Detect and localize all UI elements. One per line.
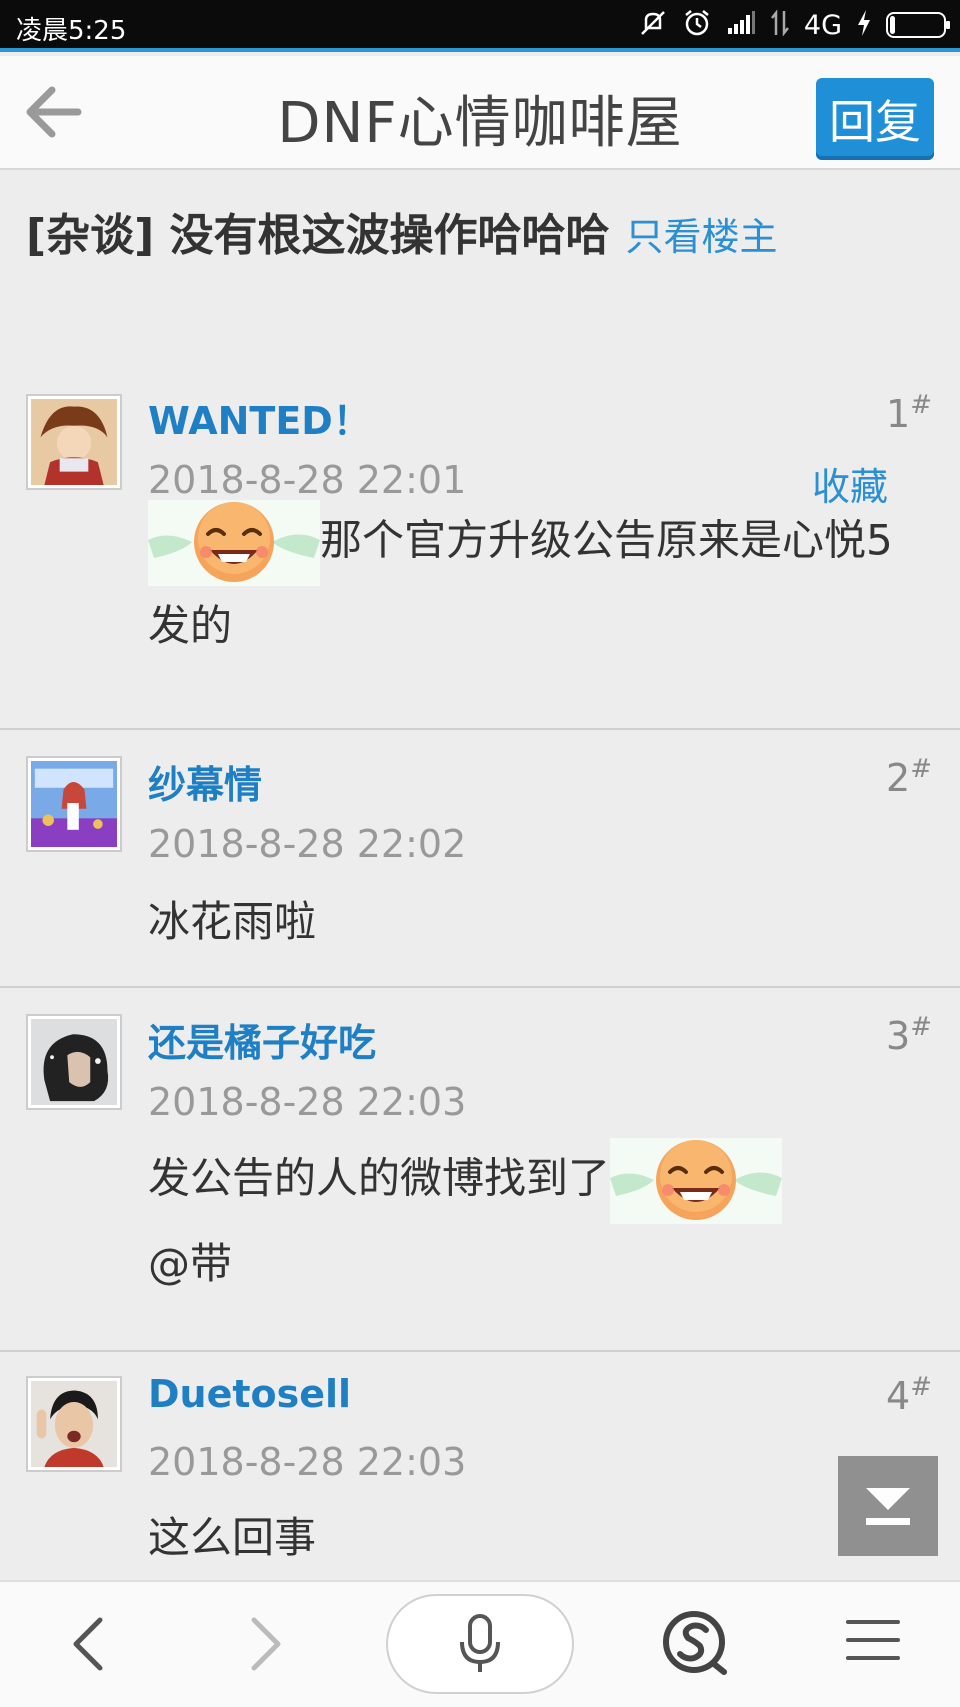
- floor-value: 3: [886, 1014, 911, 1058]
- arrow-down-to-line-icon: [866, 1488, 910, 1525]
- microphone-icon: [460, 1614, 500, 1672]
- browser-forward-button[interactable]: [236, 1612, 292, 1676]
- post-author[interactable]: 纱幕情: [148, 754, 262, 809]
- menu-button[interactable]: [842, 1610, 904, 1670]
- battery-icon: [886, 12, 950, 38]
- sogou-button[interactable]: [660, 1606, 732, 1678]
- only-op-link[interactable]: 只看楼主: [626, 215, 778, 259]
- floor-number: 2#: [886, 754, 932, 800]
- floor-number: 1#: [886, 390, 932, 436]
- thread-title-text: [杂谈] 没有根这波操作哈哈哈: [26, 210, 610, 261]
- post-text: 发公告的人的微博找到了: [148, 1153, 611, 1203]
- floor-number: 3#: [886, 1012, 932, 1058]
- floor-value: 1: [886, 392, 911, 436]
- voice-input-button[interactable]: [386, 1594, 574, 1694]
- alarm-icon: [682, 8, 712, 42]
- mute-icon: [638, 8, 668, 42]
- post-author[interactable]: Duetosell: [148, 1372, 351, 1416]
- signal-icon: [726, 10, 756, 40]
- post: WANTED！ 1# 2018-8-28 22:01 收藏 那个官方升级公告原来…: [0, 362, 960, 730]
- post-time: 2018-8-28 22:02: [148, 822, 467, 866]
- floor-value: 4: [886, 1374, 911, 1418]
- avatar-image: [31, 761, 117, 847]
- post-content: 那个官方升级公告原来是心悦5发的: [148, 500, 928, 666]
- floor-value: 2: [886, 756, 911, 800]
- hamburger-menu-icon: [846, 1620, 900, 1660]
- chevron-left-icon: [73, 1617, 103, 1671]
- avatar-image: [31, 1019, 117, 1105]
- avatar[interactable]: [26, 394, 122, 490]
- post-author[interactable]: WANTED！: [148, 390, 371, 445]
- post-author[interactable]: 还是橘子好吃: [148, 1012, 376, 1067]
- thread-title: [杂谈] 没有根这波操作哈哈哈 只看楼主: [26, 192, 926, 281]
- scroll-to-bottom-button[interactable]: [838, 1456, 938, 1556]
- laugh-cry-emoji-icon: [610, 1138, 783, 1224]
- post: Duetosell 4# 2018-8-28 22:03 这么回事: [0, 1352, 960, 1580]
- floor-mark: #: [910, 390, 932, 420]
- post-content: 这么回事: [148, 1498, 928, 1578]
- post: 还是橘子好吃 3# 2018-8-28 22:03 发公告的人的微博找到了 @带: [0, 988, 960, 1352]
- post-time: 2018-8-28 22:03: [148, 1080, 467, 1124]
- post-time: 2018-8-28 22:01: [148, 458, 467, 502]
- avatar[interactable]: [26, 1376, 122, 1472]
- avatar[interactable]: [26, 1014, 122, 1110]
- chevron-right-icon: [251, 1617, 281, 1671]
- post-content: 发公告的人的微博找到了 @带: [148, 1138, 928, 1304]
- browser-back-button[interactable]: [62, 1612, 118, 1676]
- post-text: 冰花雨啦: [148, 897, 317, 946]
- post: 纱幕情 2# 2018-8-28 22:02 冰花雨啦: [0, 730, 960, 988]
- app-header: DNF心情咖啡屋 回复: [0, 56, 960, 170]
- floor-mark: #: [910, 754, 932, 784]
- network-label: 4G: [803, 9, 842, 41]
- floor-mark: #: [910, 1372, 932, 1402]
- reply-button[interactable]: 回复: [816, 78, 934, 160]
- avatar-image: [31, 399, 117, 485]
- data-icon: [770, 9, 790, 41]
- status-time: 凌晨5:25: [16, 16, 127, 46]
- post-text: 这么回事: [148, 1513, 317, 1562]
- browser-toolbar: [0, 1580, 960, 1707]
- floor-mark: #: [910, 1012, 932, 1042]
- floor-number: 4#: [886, 1372, 932, 1418]
- status-bar: 凌晨5:25 4G: [0, 0, 960, 52]
- avatar-image: [31, 1381, 117, 1467]
- post-mention[interactable]: @带: [148, 1239, 232, 1288]
- sogou-logo-icon: [663, 1611, 727, 1675]
- avatar[interactable]: [26, 756, 122, 852]
- status-icons: 4G: [638, 8, 950, 42]
- post-content: 冰花雨啦: [148, 882, 928, 962]
- charging-icon: [856, 9, 872, 41]
- laugh-cry-emoji-icon: [148, 500, 320, 586]
- post-time: 2018-8-28 22:03: [148, 1440, 467, 1484]
